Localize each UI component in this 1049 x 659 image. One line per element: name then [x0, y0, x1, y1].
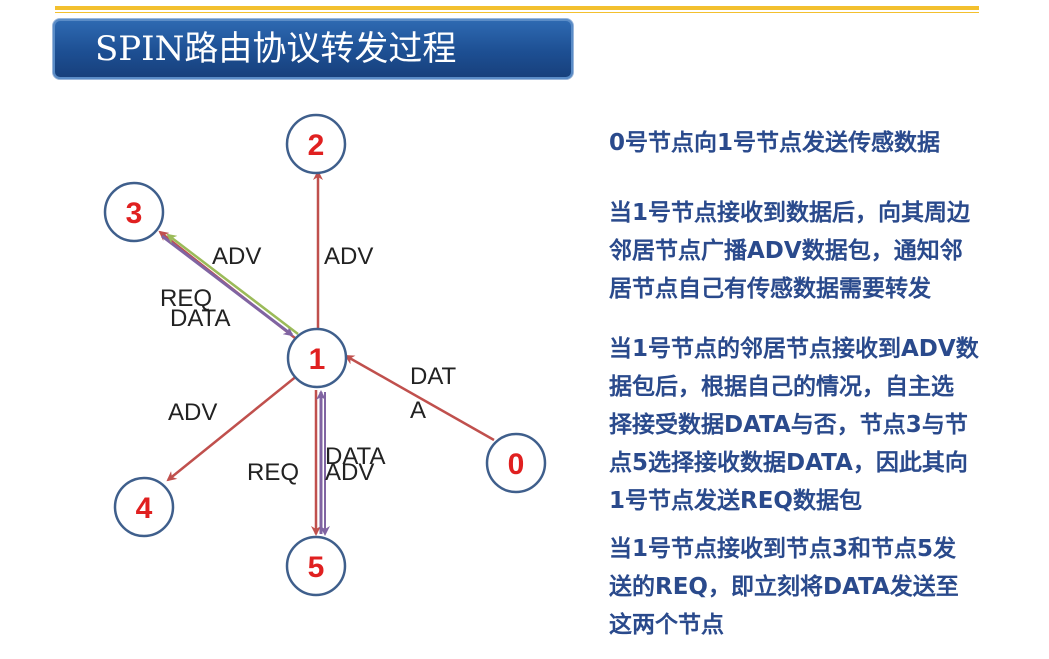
- node-2-label: 2: [308, 129, 325, 162]
- node-4-label: 4: [136, 492, 153, 525]
- node-3-label: 3: [126, 197, 143, 230]
- desc-line: 当1号节点接收到数据后，向其周边: [609, 200, 971, 226]
- desc-line: 当1号节点的邻居节点接收到ADV数: [609, 336, 979, 362]
- desc-line: 0号节点向1号节点发送传感数据: [609, 130, 941, 156]
- desc-line: 当1号节点接收到节点3和节点5发: [609, 536, 957, 562]
- desc-line: 这两个节点: [609, 612, 724, 638]
- label-req-5: REQ: [247, 459, 299, 486]
- desc-step-2: 当1号节点接收到数据后，向其周边 邻居节点广播ADV数据包，通知邻 居节点自己有…: [609, 194, 1049, 308]
- desc-line: 点5选择接收数据DATA，因此其向: [609, 450, 968, 476]
- node-4: 4: [113, 476, 175, 538]
- node-2: 2: [285, 113, 347, 175]
- node-1: 1: [286, 327, 348, 389]
- desc-line: 送的REQ，即立刻将DATA发送至: [609, 574, 959, 600]
- node-0-label: 0: [508, 448, 525, 481]
- desc-line: 1号节点发送REQ数据包: [609, 488, 862, 514]
- node-0: 0: [485, 432, 547, 494]
- label-data-0-part2: A: [410, 397, 426, 424]
- label-adv-4: ADV: [168, 399, 217, 426]
- desc-step-4: 当1号节点接收到节点3和节点5发 送的REQ，即立刻将DATA发送至 这两个节点: [609, 530, 1049, 644]
- desc-line: 择接受数据DATA与否，节点3与节: [609, 412, 968, 438]
- node-5-label: 5: [308, 551, 325, 584]
- label-adv-5: ADV: [325, 459, 374, 486]
- desc-step-3: 当1号节点的邻居节点接收到ADV数 据包后，根据自己的情况，自主选 择接受数据D…: [609, 330, 1049, 520]
- label-adv-3: ADV: [212, 243, 261, 270]
- node-3: 3: [103, 181, 165, 243]
- label-data-0-part1: DAT: [410, 363, 457, 390]
- node-5: 5: [285, 535, 347, 597]
- desc-step-1: 0号节点向1号节点发送传感数据: [609, 124, 1049, 162]
- desc-line: 居节点自己有传感数据需要转发: [609, 276, 931, 302]
- desc-line: 据包后，根据自己的情况，自主选: [609, 374, 954, 400]
- label-adv-2: ADV: [324, 243, 373, 270]
- desc-line: 邻居节点广播ADV数据包，通知邻: [609, 238, 963, 264]
- label-data-3: DATA: [170, 305, 230, 332]
- node-1-label: 1: [309, 343, 326, 376]
